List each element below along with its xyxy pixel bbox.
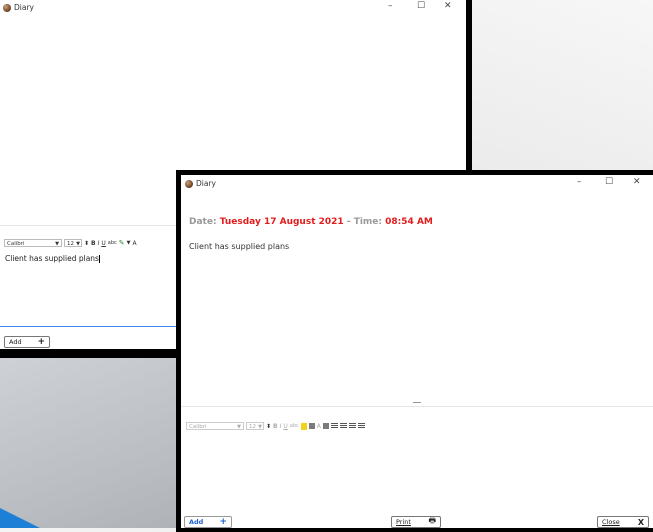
font-color-button[interactable]: A	[317, 423, 321, 430]
font-color-button[interactable]: A	[133, 240, 137, 247]
align-justify-icon[interactable]	[357, 423, 365, 429]
bold-button[interactable]: B	[91, 240, 96, 247]
time-value: 08:54 AM	[385, 217, 433, 227]
font-size-select[interactable]: 12 ▼	[246, 422, 264, 430]
note-editor[interactable]	[181, 435, 653, 505]
titlebar[interactable]: Diary – ☐ ✕	[0, 0, 466, 16]
time-label: - Time:	[346, 217, 383, 227]
close-x-icon: X	[637, 517, 644, 527]
close-label: Close	[602, 518, 620, 526]
highlight-pen-icon[interactable]: ✎	[119, 239, 125, 247]
minimize-icon[interactable]: –	[577, 177, 582, 187]
diary-window-front-body: Diary – ☐ ✕ Date: Tuesday 17 August 2021…	[181, 175, 653, 528]
align-left-icon[interactable]	[330, 423, 338, 429]
add-label: Add	[9, 338, 22, 346]
formatting-toolbar: Calibri ▼ 12 ▼ ⬍ B I U abc A	[186, 421, 365, 431]
strikethrough-button[interactable]: abc	[108, 240, 117, 246]
add-button[interactable]: Add +	[184, 516, 232, 528]
desktop-background-wedge	[0, 350, 190, 528]
strikethrough-button[interactable]: abc	[290, 423, 299, 429]
desktop-background-accent	[0, 508, 40, 528]
formatting-toolbar: Calibri ▼ 12 ▼ ⬍ B I U abc ✎ ▼ A	[4, 238, 137, 248]
background-color-icon[interactable]	[322, 423, 329, 429]
splitter[interactable]	[181, 406, 653, 407]
date-label: Date:	[189, 217, 217, 227]
highlight-dropdown-icon[interactable]: ▼	[127, 240, 131, 246]
italic-button[interactable]: I	[98, 240, 100, 247]
align-right-icon[interactable]	[348, 423, 356, 429]
splitter-grip[interactable]	[413, 402, 421, 403]
size-stepper-icon[interactable]: ⬍	[266, 423, 271, 430]
highlight-icon[interactable]	[300, 422, 307, 430]
app-icon	[185, 180, 193, 188]
close-icon[interactable]: ✕	[633, 177, 641, 187]
print-button[interactable]: Print 🖶	[391, 516, 441, 528]
date-time-header: Date: Tuesday 17 August 2021 - Time: 08:…	[189, 217, 433, 227]
window-title: Diary	[196, 179, 216, 188]
desktop-background-light	[470, 0, 653, 170]
titlebar[interactable]: Diary – ☐ ✕	[181, 175, 653, 191]
splitter[interactable]	[0, 225, 180, 226]
printer-icon: 🖶	[428, 516, 436, 525]
note-text: Client has supplied plans	[189, 242, 290, 251]
window-title: Diary	[14, 3, 34, 12]
app-icon	[3, 4, 11, 12]
maximize-icon[interactable]: ☐	[417, 1, 425, 11]
diary-window-front: Diary – ☐ ✕ Date: Tuesday 17 August 2021…	[176, 170, 653, 532]
underline-button[interactable]: U	[101, 240, 105, 247]
align-center-icon[interactable]	[339, 423, 347, 429]
bold-button[interactable]: B	[273, 423, 278, 430]
close-icon[interactable]: ✕	[444, 1, 452, 11]
plus-icon: +	[37, 336, 45, 347]
minimize-icon[interactable]: –	[388, 1, 393, 11]
font-select[interactable]: Calibri ▼	[4, 239, 62, 247]
maximize-icon[interactable]: ☐	[605, 177, 613, 187]
editor-focus-underline	[0, 326, 180, 327]
print-label: Print	[396, 518, 411, 526]
italic-button[interactable]: I	[280, 423, 282, 430]
border-icon[interactable]	[308, 423, 315, 429]
size-stepper-icon[interactable]: ⬍	[84, 240, 89, 247]
add-label: Add	[189, 518, 204, 526]
underline-button[interactable]: U	[283, 423, 287, 430]
plus-icon: +	[219, 516, 227, 527]
add-button[interactable]: Add +	[4, 336, 50, 348]
font-select[interactable]: Calibri ▼	[186, 422, 244, 430]
date-value: Tuesday 17 August 2021	[219, 217, 344, 227]
close-button[interactable]: Close X	[597, 516, 649, 528]
font-size-select[interactable]: 12 ▼	[64, 239, 82, 247]
text-cursor	[98, 255, 100, 263]
editor-text[interactable]: Client has supplied plans	[5, 254, 100, 263]
